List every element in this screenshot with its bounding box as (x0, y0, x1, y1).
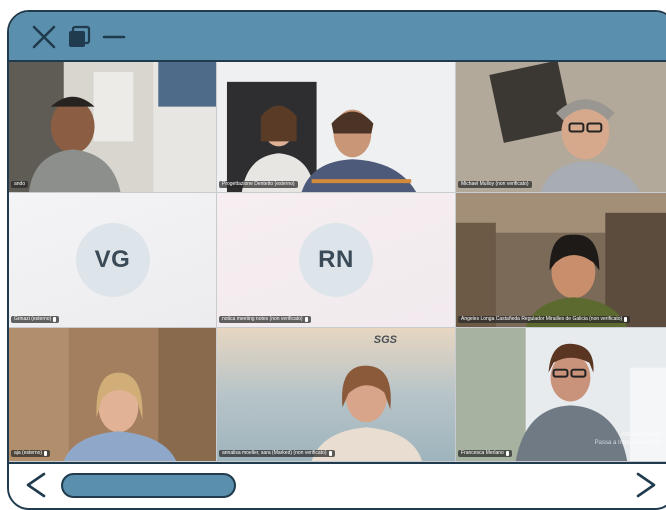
participant-tile[interactable]: VG Grinazi (esterno) (9, 193, 217, 328)
participant-name-tag: Grinazi (esterno) (11, 316, 60, 323)
microphone-icon (53, 317, 57, 322)
participant-name: annalisa moeller, sara (Marked) (non ver… (222, 450, 327, 456)
participant-name-tag: annalisa moeller, sara (Marked) (non ver… (219, 450, 335, 457)
participant-grid: ando Progettazione Dentetto (esterno) Mi… (9, 62, 666, 462)
chevron-right-icon[interactable] (634, 470, 658, 500)
participant-video (456, 62, 666, 192)
company-logo: SGS (373, 334, 397, 346)
participant-name: Michael Mulloy (non verificato) (461, 181, 529, 187)
maximize-icon[interactable] (66, 24, 92, 50)
participant-name: Francesca Merlano (461, 450, 504, 456)
avatar-initials: RN (318, 246, 354, 273)
watermark-line: Passa a Impostazioni per (594, 440, 662, 446)
participant-name-tag: notica meeting notes (non verificato) (219, 316, 311, 323)
chevron-left-icon[interactable] (24, 470, 48, 500)
participant-name: Progettazione Dentetto (esterno) (222, 181, 295, 187)
participant-video (456, 193, 666, 327)
close-icon[interactable] (31, 24, 57, 50)
avatar: VG (75, 223, 150, 297)
microphone-icon (624, 317, 628, 322)
participant-name: Ángeles Longa Castañeda Regulador Mirail… (461, 316, 623, 322)
avatar-initials: VG (94, 246, 131, 273)
participant-tile[interactable]: RN notica meeting notes (non verificato) (217, 193, 456, 328)
avatar: RN (299, 223, 373, 297)
microphone-icon (304, 317, 308, 322)
participant-name: Grinazi (esterno) (14, 316, 52, 322)
microphone-icon (44, 451, 48, 456)
participant-name-tag: ando (11, 181, 29, 188)
scrollbar-thumb[interactable] (61, 473, 236, 498)
video-call-window: ando Progettazione Dentetto (esterno) Mi… (7, 10, 666, 510)
microphone-icon (505, 451, 509, 456)
participant-tile[interactable]: ando (9, 62, 217, 193)
participant-video (217, 62, 455, 192)
participant-tile[interactable]: Michael Mulloy (non verificato) (456, 62, 666, 193)
participant-tile[interactable]: Attiva Windows Passa a Impostazioni per … (456, 328, 666, 462)
watermark-line: Attiva Windows (620, 432, 662, 438)
navigation-bar (9, 462, 666, 508)
participant-tile[interactable]: Ángeles Longa Castañeda Regulador Mirail… (456, 193, 666, 328)
participant-video (217, 328, 455, 461)
participant-video (9, 62, 216, 192)
participant-name-tag: Progettazione Dentetto (esterno) (219, 181, 298, 188)
participant-tile[interactable]: Progettazione Dentetto (esterno) (217, 62, 456, 193)
title-bar (9, 12, 666, 62)
participant-name: ando (14, 181, 26, 187)
participant-name: notica meeting notes (non verificato) (222, 316, 303, 322)
participant-name-tag: aja (esterno) (11, 450, 51, 457)
participant-name-tag: Ángeles Longa Castañeda Regulador Mirail… (458, 316, 631, 323)
microphone-icon (328, 451, 332, 456)
participant-video (9, 328, 216, 461)
activation-watermark: Attiva Windows Passa a Impostazioni per (595, 431, 662, 447)
participant-tile[interactable]: aja (esterno) (9, 328, 217, 462)
participant-name-tag: Michael Mulloy (non verificato) (458, 181, 532, 188)
participant-name-tag: Francesca Merlano (458, 450, 512, 457)
participant-tile[interactable]: SGS annalisa moeller, sara (Marked) (non… (217, 328, 456, 462)
minimize-icon[interactable] (101, 24, 127, 50)
participant-name: aja (esterno) (14, 450, 43, 456)
